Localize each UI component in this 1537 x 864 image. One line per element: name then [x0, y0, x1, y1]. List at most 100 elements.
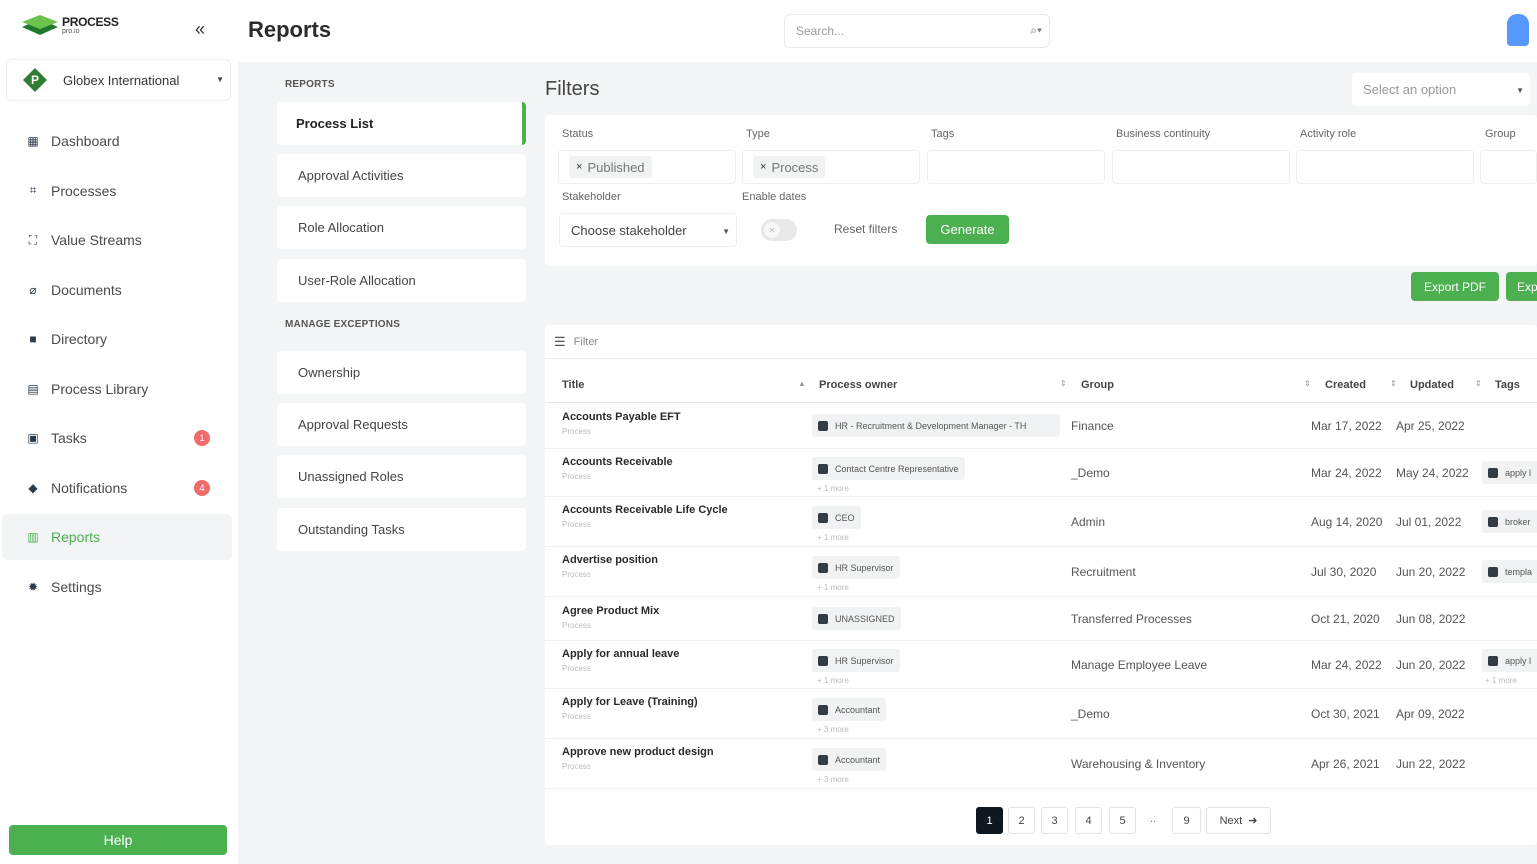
type-chip[interactable]: × Process — [753, 156, 826, 178]
owner-more[interactable]: + 3 more — [817, 775, 849, 784]
subnav-item-role-allocation[interactable]: Role Allocation — [277, 206, 526, 249]
search-input[interactable]: Search... — [784, 14, 1050, 48]
row-title[interactable]: Approve new product design — [562, 746, 714, 758]
sidebar-item-settings[interactable]: ✹ Settings — [2, 564, 232, 610]
collapse-sidebar-icon[interactable]: « — [195, 19, 205, 40]
table-filter-placeholder: Filter — [573, 335, 599, 348]
activity-role-field[interactable] — [1296, 150, 1474, 184]
owner-label: Contact Centre Representative — [835, 463, 959, 474]
table-row[interactable]: Accounts Receivable Process Contact Centre… — [545, 449, 1537, 497]
page-5-button[interactable]: 5 — [1109, 807, 1136, 834]
table-row[interactable]: Agree Product Mix Process UNASSIGNED Transf… — [545, 597, 1537, 641]
remove-icon[interactable]: × — [576, 161, 582, 173]
row-title[interactable]: Advertise position — [562, 554, 658, 566]
logo[interactable]: PROCESS pro.io — [22, 15, 119, 39]
sort-icon[interactable]: ⇕ — [1475, 379, 1482, 388]
table-row[interactable]: Advertise position Process HR Supervisor + … — [545, 547, 1537, 597]
sidebar-item-processes[interactable]: ⌗ Processes — [2, 168, 232, 214]
owner-more[interactable]: + 1 more — [817, 533, 849, 542]
sidebar-item-label: Directory — [51, 331, 108, 347]
column-tags[interactable]: Tags — [1495, 379, 1520, 391]
reset-filters-button[interactable]: Reset filters — [834, 222, 897, 236]
row-title[interactable]: Apply for annual leave — [562, 648, 679, 660]
subnav-item-user-role-allocation[interactable]: User-Role Allocation — [277, 259, 526, 302]
pagination-ellipsis: .. — [1150, 813, 1157, 825]
row-title[interactable]: Accounts Receivable Life Cycle — [562, 504, 728, 516]
tags-field[interactable] — [927, 150, 1105, 184]
page-1-button[interactable]: 1 — [976, 807, 1003, 834]
owner-more[interactable]: + 3 more — [817, 725, 849, 734]
group-field[interactable] — [1480, 150, 1537, 184]
sidebar-item-directory[interactable]: ■ Directory — [2, 316, 232, 362]
subnav-item-outstanding-tasks[interactable]: Outstanding Tasks — [277, 508, 526, 551]
sidebar-item-reports[interactable]: ▥ Reports — [2, 514, 232, 560]
tag-chip: broker — [1482, 510, 1537, 533]
tag-icon — [1488, 516, 1498, 527]
subnav-item-process-list[interactable]: Process List — [277, 102, 526, 145]
table-row[interactable]: Apply for annual leave Process HR Supervis… — [545, 641, 1537, 689]
sort-icon[interactable]: ⇕ — [1060, 379, 1067, 388]
owner-more[interactable]: + 1 more — [817, 676, 849, 685]
column-created[interactable]: Created — [1325, 379, 1366, 391]
row-created: Apr 26, 2021 — [1311, 757, 1380, 771]
row-title[interactable]: Accounts Payable EFT — [562, 411, 681, 423]
org-logo: P — [23, 68, 47, 92]
status-label: Status — [562, 128, 594, 140]
sort-asc-icon[interactable]: ▲ — [798, 379, 806, 388]
page-3-button[interactable]: 3 — [1041, 807, 1068, 834]
sort-icon[interactable]: ⇕ — [1390, 379, 1397, 388]
owner-more[interactable]: + 1 more — [817, 484, 849, 493]
filters-title: Filters — [545, 78, 600, 100]
table-row[interactable]: Approve new product design Process Account… — [545, 739, 1537, 789]
sidebar-item-dashboard[interactable]: ▦ Dashboard — [2, 118, 232, 164]
status-field[interactable]: × Published — [558, 150, 736, 184]
column-updated[interactable]: Updated — [1410, 379, 1454, 391]
sort-icon[interactable]: ⇕ — [1304, 379, 1311, 388]
enable-dates-toggle[interactable]: ✕ — [761, 219, 797, 241]
tag-more[interactable]: + 1 more — [1485, 676, 1517, 685]
export-other-button[interactable]: Exp — [1506, 272, 1537, 301]
sidebar-item-tasks[interactable]: ▣ Tasks 1 — [2, 415, 232, 461]
column-owner[interactable]: Process owner — [819, 379, 897, 391]
page-last-button[interactable]: 9 — [1172, 807, 1201, 834]
row-created: Mar 17, 2022 — [1311, 419, 1382, 433]
sidebar-item-notifications[interactable]: ◆ Notifications 4 — [2, 465, 232, 511]
avatar[interactable] — [1507, 14, 1529, 46]
org-switcher[interactable]: P Globex International ▼ — [6, 59, 231, 101]
subnav-item-approval-activities[interactable]: Approval Activities — [277, 154, 526, 197]
sidebar-item-documents[interactable]: ⌀ Documents — [2, 267, 232, 313]
table-filter-input[interactable]: ☰ Filter — [545, 325, 1537, 359]
generate-button[interactable]: Generate — [926, 215, 1009, 244]
column-group[interactable]: Group — [1081, 379, 1114, 391]
table-row[interactable]: Apply for Leave (Training) Process Account… — [545, 689, 1537, 739]
row-created: Oct 30, 2021 — [1311, 707, 1380, 721]
business-continuity-field[interactable] — [1112, 150, 1290, 184]
stakeholder-select[interactable]: Choose stakeholder ▼ — [559, 213, 737, 247]
row-group: Warehousing & Inventory — [1071, 757, 1206, 771]
type-field[interactable]: × Process — [742, 150, 920, 184]
sidebar-item-process-library[interactable]: ▤ Process Library — [2, 366, 232, 412]
option-select[interactable]: Select an option ▼ — [1352, 73, 1530, 106]
sidebar: PROCESS pro.io « P Globex International … — [0, 0, 238, 864]
table-row[interactable]: Accounts Receivable Life Cycle Process CEO… — [545, 497, 1537, 547]
sidebar-item-value-streams[interactable]: ⛶ Value Streams — [2, 217, 232, 263]
subnav-item-approval-requests[interactable]: Approval Requests — [277, 403, 526, 446]
table-row[interactable]: Accounts Payable EFT Process HR - Recruitm… — [545, 403, 1537, 449]
activity-role-label: Activity role — [1300, 128, 1357, 140]
export-pdf-button[interactable]: Export PDF — [1411, 272, 1499, 301]
row-title[interactable]: Agree Product Mix — [562, 605, 659, 617]
status-chip[interactable]: × Published — [569, 156, 652, 178]
next-page-button[interactable]: Next ➜ — [1206, 807, 1271, 834]
remove-icon[interactable]: × — [760, 161, 766, 173]
subnav-item-unassigned-roles[interactable]: Unassigned Roles — [277, 455, 526, 498]
owner-more[interactable]: + 1 more — [817, 583, 849, 592]
page-2-button[interactable]: 2 — [1008, 807, 1035, 834]
help-button[interactable]: Help — [9, 825, 227, 855]
row-title[interactable]: Accounts Receivable — [562, 456, 673, 468]
column-title[interactable]: Title — [562, 379, 584, 391]
row-title[interactable]: Apply for Leave (Training) — [562, 696, 698, 708]
tag-chip: apply l — [1482, 461, 1537, 484]
owner-label: UNASSIGNED — [835, 613, 895, 624]
page-4-button[interactable]: 4 — [1075, 807, 1102, 834]
subnav-item-ownership[interactable]: Ownership — [277, 351, 526, 394]
